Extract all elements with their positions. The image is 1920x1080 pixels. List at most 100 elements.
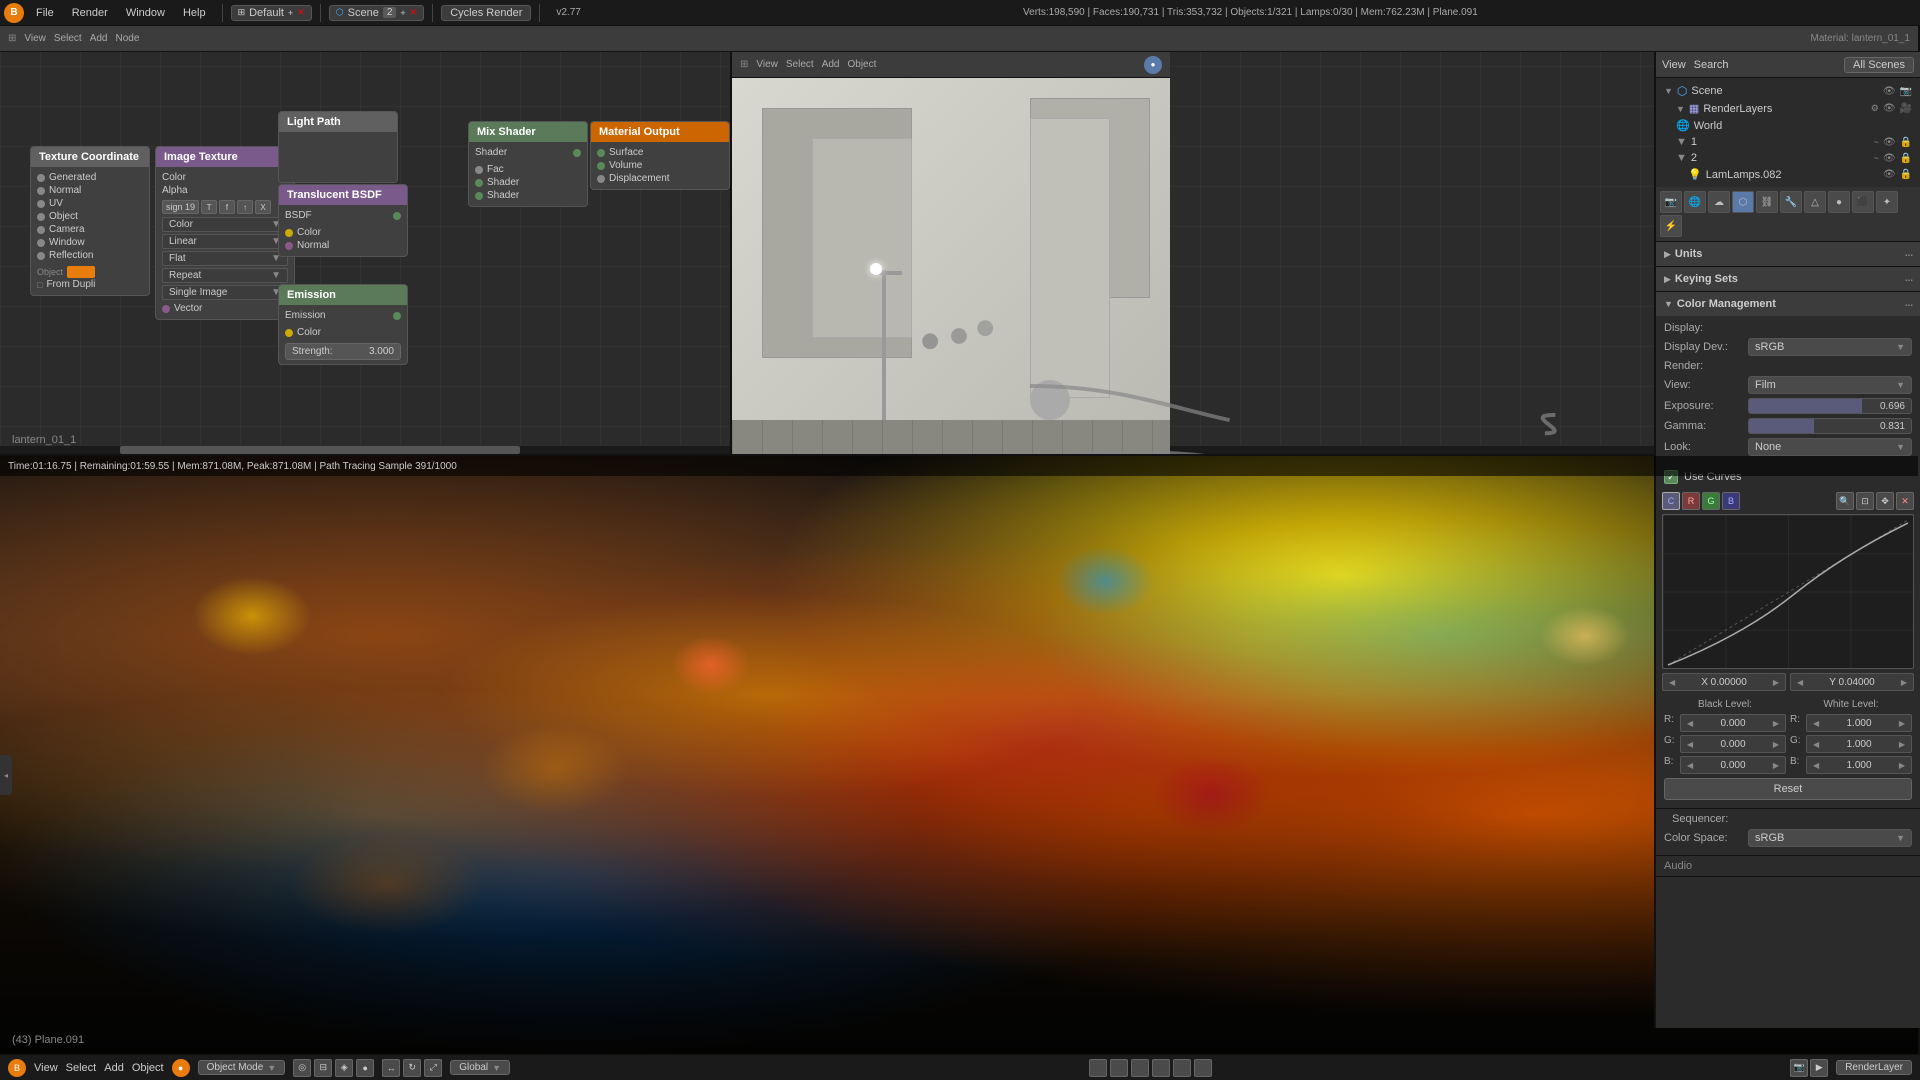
node-mix-shader[interactable]: Mix Shader Shader Fac Shader Shader <box>468 121 588 207</box>
units-options[interactable]: ··· <box>1904 246 1912 262</box>
scene-tree-item[interactable]: ▼ ⬡ Scene 👁 📷 <box>1660 82 1916 100</box>
timeline-icon[interactable] <box>1194 1059 1212 1077</box>
object-mode-selector[interactable]: Object Mode ▼ <box>198 1060 286 1075</box>
playback-icon[interactable] <box>1173 1059 1191 1077</box>
curves-zoom-fit[interactable]: ⊡ <box>1856 492 1874 510</box>
pivot-icon[interactable] <box>1110 1059 1128 1077</box>
black-b-field[interactable]: ◀ 0.000 ▶ <box>1680 756 1786 774</box>
white-b-field[interactable]: ◀ 1.000 ▶ <box>1806 756 1912 774</box>
units-section-header[interactable]: ▶ Units ··· <box>1656 242 1920 266</box>
view-bottom[interactable]: View <box>34 1062 58 1074</box>
view-dropdown[interactable]: Film ▼ <box>1748 376 1912 394</box>
x-arrow-right[interactable]: ▶ <box>1773 678 1779 687</box>
x-arrow-left[interactable]: ◀ <box>1669 678 1675 687</box>
texture-props-icon[interactable]: ⬛ <box>1852 191 1874 213</box>
layer2-tree-item[interactable]: ▼ 2 ~ 👁 🔒 <box>1672 150 1916 166</box>
node-texture-coordinate[interactable]: Texture Coordinate Generated Normal UV O… <box>30 146 150 296</box>
curves-cursor[interactable]: ✥ <box>1876 492 1894 510</box>
add-bottom[interactable]: Add <box>104 1062 124 1074</box>
curves-close[interactable]: ✕ <box>1896 492 1914 510</box>
layer1-tree-item[interactable]: ▼ 1 ~ 👁 🔒 <box>1672 134 1916 150</box>
world-props-icon[interactable]: ☁ <box>1708 191 1730 213</box>
black-g-field[interactable]: ◀ 0.000 ▶ <box>1680 735 1786 753</box>
rotate-icon[interactable]: ↻ <box>403 1059 421 1077</box>
black-r-arrow-r[interactable]: ▶ <box>1773 719 1779 728</box>
node-material-output[interactable]: Material Output Surface Volume Displacem… <box>590 121 730 190</box>
constraint-props-icon[interactable]: ⛓ <box>1756 191 1778 213</box>
cm-options[interactable]: ··· <box>1904 296 1912 312</box>
global-selector[interactable]: Global ▼ <box>450 1060 510 1075</box>
eye-icon[interactable]: 👁 <box>1883 137 1896 148</box>
color-space-dropdown[interactable]: sRGB ▼ <box>1748 829 1912 847</box>
select-bottom[interactable]: Select <box>66 1062 97 1074</box>
white-g-field[interactable]: ◀ 1.000 ▶ <box>1806 735 1912 753</box>
view-button[interactable]: View <box>1662 59 1686 71</box>
modifier-props-icon[interactable]: 🔧 <box>1780 191 1802 213</box>
workspace-selector[interactable]: ⊞ Default + ✕ <box>231 5 312 21</box>
object-props-icon[interactable]: ⬡ <box>1732 191 1754 213</box>
scene-props-icon[interactable]: 🌐 <box>1684 191 1706 213</box>
viewport-shade-material[interactable]: ◈ <box>335 1059 353 1077</box>
camera-icon[interactable]: 🎥 <box>1900 103 1912 114</box>
scale-icon[interactable]: ⤢ <box>424 1059 442 1077</box>
particle-props-icon[interactable]: ✦ <box>1876 191 1898 213</box>
display-dev-dropdown[interactable]: sRGB ▼ <box>1748 338 1912 356</box>
snap-icon[interactable] <box>1089 1059 1107 1077</box>
y-arrow-left[interactable]: ◀ <box>1797 678 1803 687</box>
curves-channel-r[interactable]: R <box>1682 492 1700 510</box>
object-bottom[interactable]: Object <box>132 1062 164 1074</box>
white-r-field[interactable]: ◀ 1.000 ▶ <box>1806 714 1912 732</box>
anim-render-icon[interactable]: ▶ <box>1810 1059 1828 1077</box>
viewport-shade-solid[interactable]: ◎ <box>293 1059 311 1077</box>
lock-icon[interactable]: 🔒 <box>1900 153 1912 164</box>
curves-area[interactable] <box>1662 514 1914 669</box>
black-b-arrow-r[interactable]: ▶ <box>1773 761 1779 770</box>
eye-icon[interactable]: 👁 <box>1883 153 1896 164</box>
white-g-arrow[interactable]: ◀ <box>1813 740 1819 749</box>
black-r-arrow[interactable]: ◀ <box>1687 719 1693 728</box>
white-r-arrow[interactable]: ◀ <box>1813 719 1819 728</box>
translate-icon[interactable]: ↔ <box>382 1059 400 1077</box>
node-image-texture[interactable]: Image Texture Color Alpha sign 19 T f ↑ … <box>155 146 295 320</box>
viewport-sidebar-toggle[interactable]: ◂ <box>0 755 12 795</box>
curves-channel-g[interactable]: G <box>1702 492 1720 510</box>
render-engine-selector[interactable]: Cycles Render <box>441 5 531 21</box>
black-g-arrow-r[interactable]: ▶ <box>1773 740 1779 749</box>
black-g-arrow[interactable]: ◀ <box>1687 740 1693 749</box>
material-props-icon[interactable]: ● <box>1828 191 1850 213</box>
physics-props-icon[interactable]: ⚡ <box>1660 215 1682 237</box>
white-b-arrow-r[interactable]: ▶ <box>1899 761 1905 770</box>
all-scenes-button[interactable]: All Scenes <box>1844 57 1914 73</box>
keying-sets-header[interactable]: ▶ Keying Sets ··· <box>1656 267 1920 291</box>
layer1-extra[interactable]: ~ <box>1874 137 1879 147</box>
lock-icon[interactable]: 🔒 <box>1900 137 1912 148</box>
render-props-icon[interactable]: 📷 <box>1660 191 1682 213</box>
help-menu[interactable]: Help <box>175 5 214 21</box>
white-g-arrow-r[interactable]: ▶ <box>1899 740 1905 749</box>
curves-zoom-in[interactable]: 🔍 <box>1836 492 1854 510</box>
window-menu[interactable]: Window <box>118 5 173 21</box>
anim-icon[interactable] <box>1152 1059 1170 1077</box>
keying-sets-options[interactable]: ··· <box>1904 271 1912 287</box>
viewport-shade-wire[interactable]: ⊟ <box>314 1059 332 1077</box>
y-coord-field[interactable]: ◀ Y 0.04000 ▶ <box>1790 673 1914 691</box>
renderlayers-extra-icon[interactable]: ⚙ <box>1871 103 1879 114</box>
file-menu[interactable]: File <box>28 5 62 21</box>
render-viewport[interactable]: Time:01:16.75 | Remaining:01:59.55 | Mem… <box>0 456 1918 1054</box>
eye-icon[interactable]: 👁 <box>1883 169 1896 180</box>
lamp-tree-item[interactable]: 💡 LamLamps.082 👁 🔒 <box>1684 166 1916 183</box>
layer2-extra[interactable]: ~ <box>1874 153 1879 163</box>
lock-icon[interactable]: 🔒 <box>1900 169 1912 180</box>
render-menu[interactable]: Render <box>64 5 116 21</box>
node-light-path[interactable]: Light Path <box>278 111 398 183</box>
reset-button[interactable]: Reset <box>1664 778 1912 800</box>
search-button[interactable]: Search <box>1694 59 1729 71</box>
node-translucent-bsdf[interactable]: Translucent BSDF BSDF Color Normal <box>278 184 408 257</box>
render-layer-selector[interactable]: RenderLayer <box>1836 1060 1912 1075</box>
camera-icon[interactable]: 📷 <box>1900 86 1912 97</box>
curves-channel-b[interactable]: B <box>1722 492 1740 510</box>
data-props-icon[interactable]: △ <box>1804 191 1826 213</box>
white-r-arrow-r[interactable]: ▶ <box>1899 719 1905 728</box>
viewport-shade-rendered[interactable]: ● <box>356 1059 374 1077</box>
world-tree-item[interactable]: 🌐 World <box>1672 117 1916 134</box>
